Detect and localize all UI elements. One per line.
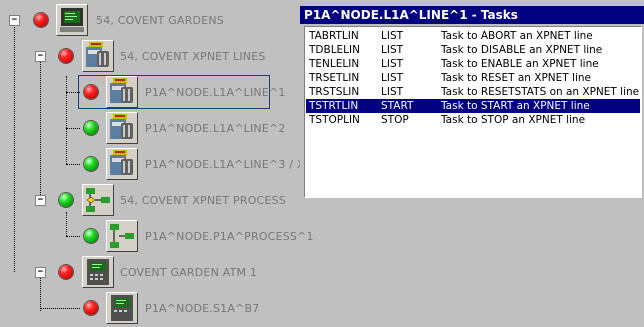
task-name: TSTRTLIN: [309, 100, 359, 112]
tree-connector: [66, 76, 67, 164]
tree-node-label[interactable]: 54, COVENT XPNET PROCESS: [120, 194, 286, 207]
tree-node-label[interactable]: 54, COVENT GARDENS: [96, 14, 224, 27]
task-name: TSTOPLIN: [309, 114, 360, 126]
task-description: Task to RESETSTATS on an XPNET line: [441, 86, 640, 98]
task-type: LIST: [381, 30, 404, 42]
line-device-icon[interactable]: [82, 40, 114, 72]
collapse-toggle[interactable]: −: [35, 267, 46, 278]
line-device-icon[interactable]: [106, 112, 138, 144]
tree-node-label[interactable]: P1A^NODE.L1A^LINE^3 / X25: [145, 158, 319, 171]
status-led-red-icon: [84, 85, 98, 99]
task-description: Task to START an XPNET line: [441, 100, 590, 112]
collapse-toggle[interactable]: −: [35, 51, 46, 62]
tree-connector: [40, 308, 80, 309]
task-description: Task to ABORT an XPNET line: [441, 30, 593, 42]
task-row[interactable]: TDBLELIN LIST Task to DISABLE an XPNET l…: [306, 43, 640, 57]
task-name: TENLELIN: [309, 58, 360, 70]
task-description: Task to ENABLE an XPNET line: [441, 58, 599, 70]
tree-connector: [66, 164, 80, 165]
status-led-green-icon: [59, 193, 73, 207]
tree-node-label[interactable]: 54, COVENT XPNET LINES: [120, 50, 266, 63]
atm-icon[interactable]: [106, 292, 138, 324]
task-row-selected[interactable]: TSTRTLIN START Task to START an XPNET li…: [306, 99, 640, 113]
status-led-green-icon: [84, 229, 98, 243]
status-led-red-icon: [84, 301, 98, 315]
task-type: STOP: [381, 114, 409, 126]
tree-connector: [66, 236, 80, 237]
task-description: Task to STOP an XPNET line: [441, 114, 586, 126]
tree-node-label[interactable]: P1A^NODE.L1A^LINE^1: [145, 86, 286, 99]
task-row[interactable]: TRSETLIN LIST Task to RESET an XPNET lin…: [306, 71, 640, 85]
task-row[interactable]: TRSTSLIN LIST Task to RESETSTATS on an X…: [306, 85, 640, 99]
task-type: LIST: [381, 86, 404, 98]
task-type: LIST: [381, 58, 404, 70]
atm-icon[interactable]: [82, 256, 114, 288]
task-name: TDBLELIN: [309, 44, 360, 56]
line-device-icon[interactable]: [106, 148, 138, 180]
task-row[interactable]: TSTOPLIN STOP Task to STOP an XPNET line: [306, 113, 640, 127]
collapse-toggle[interactable]: −: [9, 15, 20, 26]
line-device-icon[interactable]: [106, 76, 138, 108]
task-description: Task to DISABLE an XPNET line: [441, 44, 603, 56]
tasks-window-title[interactable]: P1A^NODE.L1A^LINE^1 - Tasks: [300, 6, 644, 24]
status-led-green-icon: [84, 121, 98, 135]
task-description: Task to RESET an XPNET line: [441, 72, 591, 84]
terminal-icon[interactable]: [56, 4, 88, 36]
task-name: TRSTSLIN: [309, 86, 360, 98]
tasks-window: P1A^NODE.L1A^LINE^1 - Tasks TABRTLIN LIS…: [300, 6, 644, 198]
tree-connector: [66, 128, 80, 129]
task-row[interactable]: TABRTLIN LIST Task to ABORT an XPNET lin…: [306, 29, 640, 43]
status-led-red-icon: [34, 13, 48, 27]
task-type: LIST: [381, 44, 404, 56]
collapse-toggle[interactable]: −: [35, 195, 46, 206]
process-flow-icon[interactable]: [106, 220, 138, 252]
tree-node-label[interactable]: P1A^NODE.S1A^B7: [145, 302, 259, 315]
task-name: TABRTLIN: [309, 30, 359, 42]
task-row[interactable]: TENLELIN LIST Task to ENABLE an XPNET li…: [306, 57, 640, 71]
tree-node-label[interactable]: COVENT GARDEN ATM 1: [120, 266, 257, 279]
task-type: START: [381, 100, 414, 112]
process-flow-icon[interactable]: [82, 184, 114, 216]
status-led-red-icon: [59, 265, 73, 279]
task-type: LIST: [381, 72, 404, 84]
tree-connector: [14, 24, 15, 272]
status-led-green-icon: [84, 157, 98, 171]
tree-node-label[interactable]: P1A^NODE.L1A^LINE^2: [145, 122, 286, 135]
task-name: TRSETLIN: [309, 72, 360, 84]
tree-connector: [66, 212, 67, 236]
tree-node-label[interactable]: P1A^NODE.P1A^PROCESS^1: [145, 230, 314, 243]
tasks-list[interactable]: TABRTLIN LIST Task to ABORT an XPNET lin…: [304, 26, 642, 198]
tree-connector: [40, 57, 41, 201]
status-led-red-icon: [59, 49, 73, 63]
